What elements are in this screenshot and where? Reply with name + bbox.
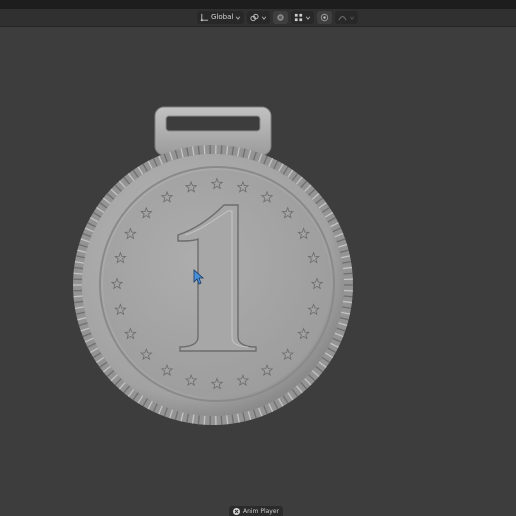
falloff-dropdown[interactable]	[335, 11, 359, 24]
snap-icon	[277, 14, 285, 21]
window-top-strip	[0, 0, 516, 9]
transform-orientation-dropdown[interactable]: Global	[197, 11, 245, 24]
transform-orientation-label: Global	[211, 13, 234, 21]
falloff-curve-icon	[338, 16, 347, 21]
viewport-canvas: 1	[73, 106, 353, 425]
proportional-edit-icon	[321, 13, 329, 22]
close-icon[interactable]	[233, 507, 240, 515]
grid-icon	[295, 13, 303, 22]
chevron-down-icon	[306, 16, 311, 20]
chevron-down-icon	[236, 16, 241, 20]
anim-player-status[interactable]: Anim Player	[229, 506, 283, 516]
snapping-toggle[interactable]	[273, 11, 289, 24]
chevron-down-icon	[350, 16, 355, 20]
transform-orientation-icon	[200, 13, 209, 22]
proportional-editing-toggle[interactable]	[317, 11, 333, 24]
chevron-down-icon	[262, 16, 267, 20]
medal-coin[interactable]: 1	[73, 106, 353, 425]
viewport-toolbar: Global	[197, 11, 359, 24]
link-icon	[250, 13, 259, 22]
3d-viewport[interactable]: 1	[0, 27, 516, 505]
snap-target-dropdown[interactable]	[291, 11, 315, 24]
anim-player-label: Anim Player	[243, 507, 279, 515]
pivot-point-dropdown[interactable]	[247, 11, 271, 24]
viewport-header: Global	[0, 9, 516, 27]
